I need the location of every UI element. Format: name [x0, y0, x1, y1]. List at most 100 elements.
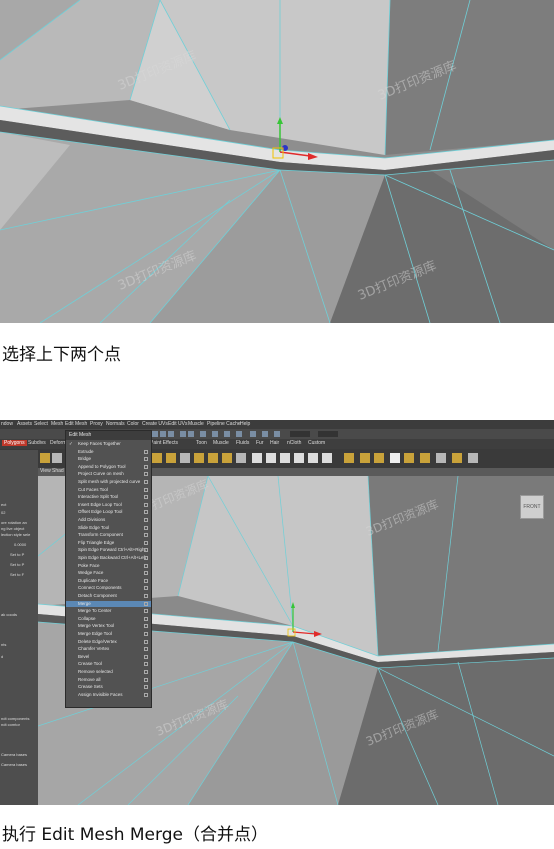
panel-value[interactable]: 0.0000 — [14, 542, 26, 547]
menu-item[interactable]: Normals — [106, 421, 125, 427]
menu-item[interactable]: Cut Faces Tool — [66, 487, 151, 494]
menu-item[interactable]: Insert Edge Loop Tool — [66, 502, 151, 509]
menu-item[interactable]: Append to Polygon Tool — [66, 464, 151, 471]
menu-item[interactable]: Crease Tool — [66, 661, 151, 668]
menu-item[interactable]: Bridge — [66, 456, 151, 463]
option-box-icon[interactable] — [144, 632, 148, 636]
option-box-icon[interactable] — [144, 601, 148, 606]
option-box-icon[interactable] — [144, 556, 148, 560]
shelf-tab-toon[interactable]: Toon — [196, 440, 207, 446]
shelf-tab-muscle[interactable]: Muscle — [213, 440, 229, 446]
menu-item[interactable]: Select — [34, 421, 48, 427]
view-cube[interactable]: FRONT — [520, 495, 544, 519]
option-box-icon[interactable] — [144, 670, 148, 674]
set-button[interactable]: Set to P — [10, 552, 24, 557]
shelf-tab-hair[interactable]: Hair — [270, 440, 279, 446]
menu-item[interactable]: Assets — [17, 421, 32, 427]
option-box-icon[interactable] — [144, 692, 148, 697]
menu-item[interactable]: Poke Face — [66, 563, 151, 570]
option-box-icon[interactable] — [144, 548, 148, 553]
menu-item[interactable]: Spin Edge Backward Ctrl+Alt+Left — [66, 555, 151, 562]
menu-item[interactable]: Color — [127, 421, 139, 427]
menu-item[interactable]: ✓ Keep Faces Together — [66, 441, 151, 448]
viewport-menu-view[interactable]: View — [40, 468, 51, 474]
menu-item[interactable]: Detach Component — [66, 593, 151, 600]
menu-item[interactable]: Wedge Face — [66, 570, 151, 577]
set-button[interactable]: Set to P — [10, 562, 24, 567]
option-box-icon[interactable] — [144, 457, 148, 462]
menu-item[interactable]: Split mesh with projected curve — [66, 479, 151, 486]
menu-item-merge[interactable]: Merge — [66, 600, 151, 608]
menu-item[interactable]: Pipeline Cache — [207, 421, 241, 427]
option-box-icon[interactable] — [144, 540, 148, 545]
option-box-icon[interactable] — [144, 571, 148, 576]
option-box-icon[interactable] — [144, 586, 148, 591]
shelf-tab-custom[interactable]: Custom — [308, 440, 325, 446]
menu-item[interactable]: Crease Sets — [66, 684, 151, 691]
set-button[interactable]: Set to F — [10, 572, 24, 577]
option-box-icon[interactable] — [144, 533, 148, 538]
option-box-icon[interactable] — [144, 594, 148, 598]
menu-item[interactable]: Merge To Center — [66, 608, 151, 615]
menu-item[interactable]: Create UVs — [142, 421, 168, 427]
menu-item[interactable]: Slide Edge Tool — [66, 525, 151, 532]
option-box-icon[interactable] — [144, 578, 148, 583]
menu-item[interactable]: Offset Edge Loop Tool — [66, 509, 151, 516]
shelf-tab-ncloth[interactable]: nCloth — [287, 440, 301, 446]
option-box-icon[interactable] — [144, 624, 148, 629]
option-box-icon[interactable] — [144, 495, 148, 500]
menu-item[interactable]: Spin Edge Forward Ctrl+Alt+Right — [66, 547, 151, 554]
option-box-icon[interactable] — [144, 525, 148, 530]
menu-item[interactable]: ndow — [1, 421, 13, 427]
option-box-icon[interactable] — [144, 464, 148, 469]
option-box-icon[interactable] — [144, 472, 148, 477]
menu-item-label: Flip Triangle Edge — [78, 539, 115, 545]
option-box-icon[interactable] — [144, 480, 148, 484]
option-box-icon[interactable] — [144, 662, 148, 667]
menu-item[interactable]: Transform Component — [66, 532, 151, 539]
option-box-icon[interactable] — [144, 518, 148, 522]
option-box-icon[interactable] — [144, 510, 148, 515]
option-box-icon[interactable] — [144, 487, 148, 492]
menu-item-edit-mesh[interactable]: Edit Mesh — [65, 421, 87, 427]
option-box-icon[interactable] — [144, 654, 148, 659]
menu-item[interactable]: Collapse — [66, 616, 151, 623]
menu-item[interactable]: Connect Components — [66, 585, 151, 592]
option-box-icon[interactable] — [144, 677, 148, 682]
shelf-tab-subdivs[interactable]: Subdivs — [28, 440, 46, 446]
option-box-icon[interactable] — [144, 502, 148, 507]
menu-item[interactable]: Remove all — [66, 677, 151, 684]
menu-item[interactable]: Help — [240, 421, 250, 427]
shelf-tab-paint-effects[interactable]: Paint Effects — [150, 440, 178, 446]
menu-item[interactable]: Flip Triangle Edge — [66, 540, 151, 547]
menu-item[interactable]: Extrude — [66, 449, 151, 456]
menu-item[interactable]: Duplicate Face — [66, 578, 151, 585]
option-box-icon[interactable] — [144, 616, 148, 621]
menu-item[interactable]: Chamfer Vertex — [66, 646, 151, 653]
menu-item[interactable]: Remove selected — [66, 669, 151, 676]
menu-item[interactable]: Bevel — [66, 654, 151, 661]
shelf-tab-deform[interactable]: Deform — [50, 440, 66, 446]
menu-item[interactable]: Project Curve on mesh — [66, 471, 151, 478]
menu-item[interactable]: Mesh — [51, 421, 63, 427]
menu-item[interactable]: Edit UVs — [168, 421, 187, 427]
option-box-icon[interactable] — [144, 639, 148, 644]
menu-item[interactable]: Add Divisions — [66, 517, 151, 524]
menu-item[interactable]: Assign Invisible Faces — [66, 692, 151, 699]
menu-item[interactable]: Merge Edge Tool — [66, 631, 151, 638]
option-box-icon[interactable] — [144, 609, 148, 614]
shelf-tab-polygons[interactable]: Polygons — [2, 440, 27, 446]
menu-item[interactable]: Interactive Split Tool — [66, 494, 151, 501]
menu-item[interactable]: Delete Edge/Vertex — [66, 639, 151, 646]
menu-item[interactable]: Proxy — [90, 421, 103, 427]
menu-item[interactable]: Muscle — [188, 421, 204, 427]
option-box-icon[interactable] — [144, 685, 148, 690]
viewport-menu-shading[interactable]: Shad — [52, 468, 64, 474]
option-box-icon[interactable] — [144, 449, 148, 454]
option-box-icon[interactable] — [144, 647, 148, 652]
option-box-icon[interactable] — [144, 563, 148, 568]
shelf-tab-fur[interactable]: Fur — [256, 440, 264, 446]
menu-item-label: Transform Component — [78, 532, 123, 538]
shelf-tab-fluids[interactable]: Fluids — [236, 440, 249, 446]
menu-item[interactable]: Merge Vertex Tool — [66, 623, 151, 630]
